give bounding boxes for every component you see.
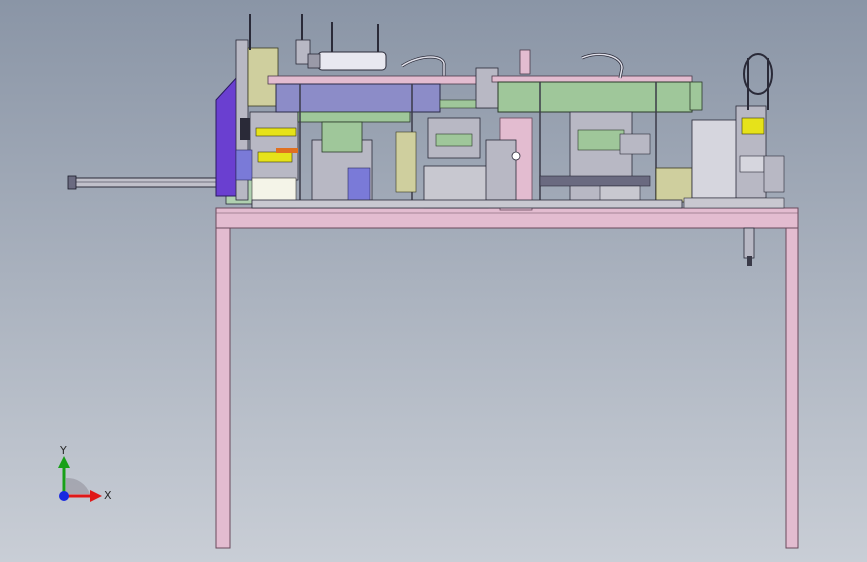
x-axis-label: X — [104, 489, 112, 502]
table-top — [215, 207, 799, 229]
y-axis-label: Y — [59, 444, 67, 457]
table-leg-right — [785, 227, 799, 549]
table-leg-left — [215, 227, 231, 549]
machine-model[interactable]: Y X — [0, 0, 867, 562]
base-rail — [251, 199, 683, 209]
cad-viewport[interactable]: Y X — [0, 0, 867, 562]
